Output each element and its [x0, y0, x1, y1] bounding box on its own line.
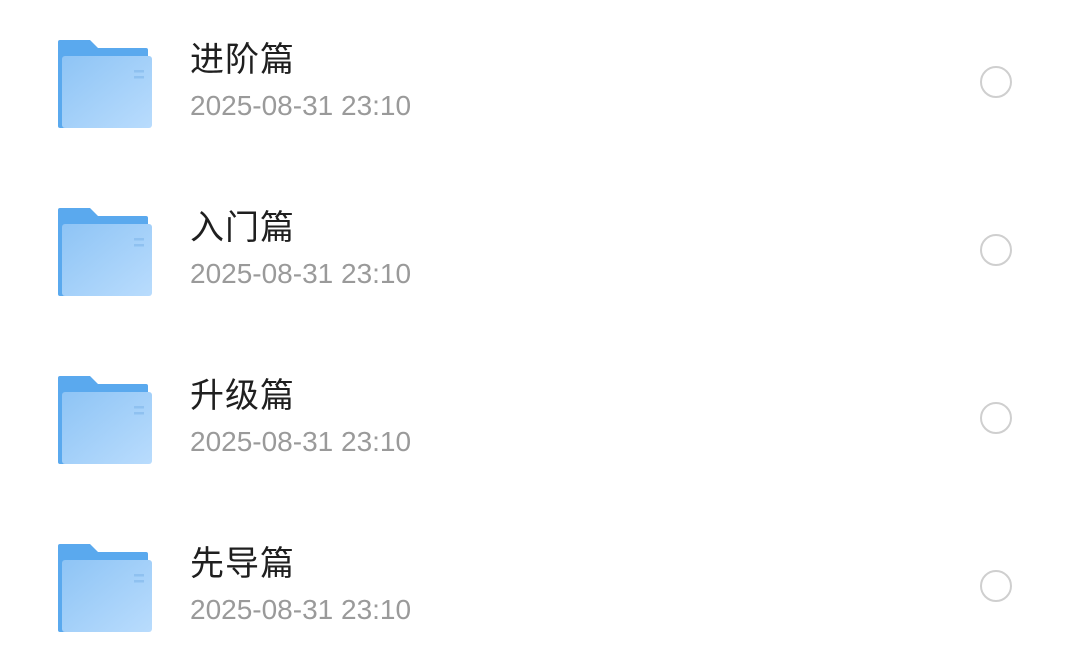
file-modified-time: 2025-08-31 23:10: [190, 90, 412, 121]
file-name: 先导篇: [190, 544, 295, 584]
select-radio[interactable]: [980, 402, 1012, 434]
select-radio[interactable]: [980, 234, 1012, 266]
folder-icon: [58, 208, 152, 296]
folder-icon: [58, 40, 152, 128]
file-name: 升级篇: [190, 376, 295, 416]
folder-icon: [58, 376, 152, 464]
select-radio[interactable]: [980, 66, 1012, 98]
file-name: 进阶篇: [190, 40, 295, 80]
list-item[interactable]: 升级篇 2025-08-31 23:10: [0, 336, 1080, 504]
file-modified-time: 2025-08-31 23:10: [190, 594, 412, 625]
list-item[interactable]: 进阶篇 2025-08-31 23:10: [0, 0, 1080, 168]
file-list: 进阶篇 2025-08-31 23:10 入门篇 2025-08-31 23:1…: [0, 0, 1080, 660]
file-modified-time: 2025-08-31 23:10: [190, 426, 412, 457]
list-item[interactable]: 入门篇 2025-08-31 23:10: [0, 168, 1080, 336]
folder-icon: [58, 544, 152, 632]
list-item[interactable]: 先导篇 2025-08-31 23:10: [0, 504, 1080, 672]
select-radio[interactable]: [980, 570, 1012, 602]
file-name: 入门篇: [190, 208, 295, 248]
file-modified-time: 2025-08-31 23:10: [190, 258, 412, 289]
